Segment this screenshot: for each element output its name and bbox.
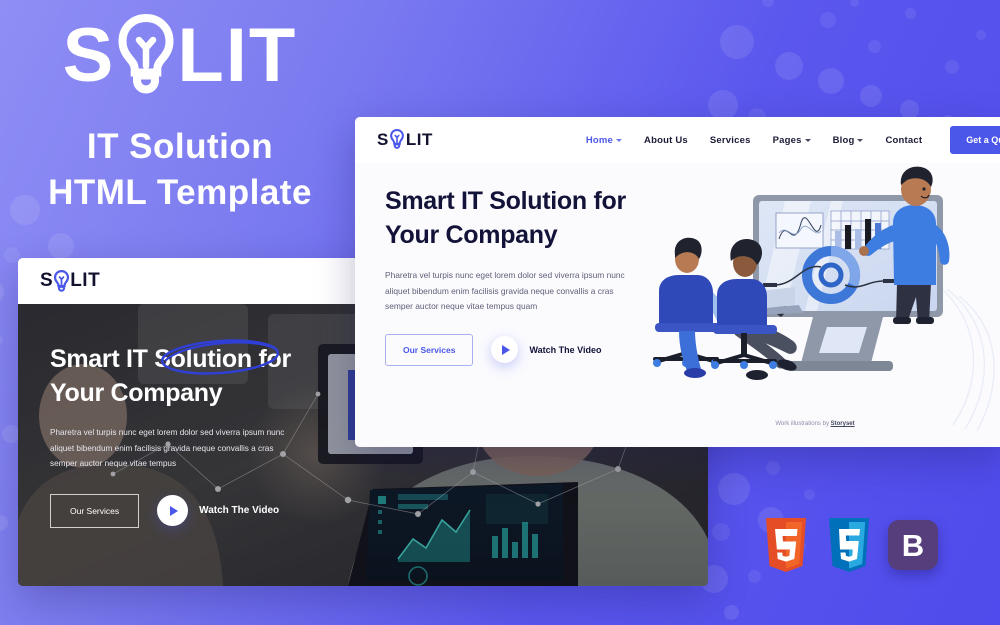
bootstrap-badge: B bbox=[888, 520, 938, 570]
css3-badge bbox=[825, 516, 873, 574]
main-nav-item-blog[interactable]: Blog bbox=[833, 135, 864, 146]
back-watch-video[interactable]: Watch The Video bbox=[157, 495, 280, 527]
back-logo-right-text: LIT bbox=[70, 270, 101, 291]
highlight-circle-icon bbox=[160, 339, 280, 375]
presentation-illustration bbox=[653, 166, 995, 432]
main-hero-actions: Our Services Watch The Video bbox=[385, 333, 630, 366]
main-brand-logo[interactable]: S LIT bbox=[377, 128, 433, 152]
main-logo-right-text: LIT bbox=[405, 130, 433, 149]
main-nav-item-home[interactable]: Home bbox=[585, 134, 623, 146]
main-logo-left-text: S bbox=[377, 130, 389, 149]
main-hero-paragraph: Pharetra vel turpis nunc eget lorem dolo… bbox=[385, 270, 625, 312]
main-hero-copy: Smart IT Solution for Your Company Phare… bbox=[355, 163, 630, 447]
main-nav-label-blog: Blog bbox=[832, 134, 855, 146]
main-hero: Smart IT Solution for Your Company Phare… bbox=[355, 163, 1000, 447]
promo-title: IT Solution HTML Template bbox=[0, 124, 360, 216]
watch-video[interactable]: Watch The Video bbox=[491, 336, 602, 364]
play-icon[interactable] bbox=[491, 336, 519, 364]
promo-title-line1: IT Solution bbox=[86, 127, 274, 166]
bootstrap-badge-label: B bbox=[901, 527, 925, 563]
back-brand-logo[interactable]: S LIT bbox=[40, 269, 101, 293]
back-hero-paragraph: Pharetra vel turpis nunc eget lorem dolo… bbox=[50, 428, 285, 469]
back-hero-heading-line2: Your Company bbox=[50, 379, 223, 407]
main-hero-illustration-area: Work illustrations by Storyset bbox=[630, 163, 1000, 447]
back-watch-video-label: Watch The Video bbox=[199, 505, 280, 517]
brand-logo-left-text: S bbox=[62, 13, 116, 98]
main-nav-item-about-us[interactable]: About Us bbox=[644, 135, 688, 146]
lightbulb-icon bbox=[115, 13, 177, 98]
credit-brand: Storyset bbox=[830, 421, 855, 427]
main-navbar: S LIT Home About Us Services Pages Blog … bbox=[355, 117, 1000, 163]
html5-badge bbox=[762, 516, 810, 574]
play-triangle-icon bbox=[501, 344, 510, 355]
chevron-down-icon bbox=[616, 138, 623, 142]
primary-preview-window[interactable]: S LIT Home About Us Services Pages Blog … bbox=[355, 117, 1000, 447]
back-hero-heading: Smart IT Solution for Your Company bbox=[50, 339, 350, 410]
tech-badges: B bbox=[762, 516, 938, 574]
promo-title-line2: HTML Template bbox=[48, 173, 312, 213]
main-nav-label-pages: Pages bbox=[772, 134, 802, 146]
promo-block: S LIT IT Solution HTML Template bbox=[0, 10, 360, 216]
main-hero-heading-line2: Your Company bbox=[385, 220, 558, 249]
main-nav-item-contact[interactable]: Contact bbox=[885, 135, 922, 146]
main-nav-item-services[interactable]: Services bbox=[710, 135, 751, 146]
illustration-credit: Work illustrations by Storyset bbox=[775, 421, 854, 427]
lightbulb-icon bbox=[53, 269, 70, 293]
main-nav-links: Home About Us Services Pages Blog Contac… bbox=[586, 135, 922, 146]
brand-logo-large: S LIT bbox=[0, 10, 360, 102]
main-nav-label-home: Home bbox=[585, 134, 614, 146]
play-icon[interactable] bbox=[157, 495, 189, 527]
watch-video-label: Watch The Video bbox=[529, 344, 602, 355]
main-nav-item-pages[interactable]: Pages bbox=[773, 135, 811, 146]
back-hero-actions: Our Services Watch The Video bbox=[50, 493, 350, 528]
credit-prefix: Work illustrations by bbox=[775, 421, 829, 427]
back-hero-copy: Smart IT Solution for Your Company Phare… bbox=[50, 339, 350, 528]
get-a-quote-button[interactable]: Get a Quote bbox=[950, 126, 1000, 154]
main-hero-heading: Smart IT Solution for Your Company bbox=[385, 185, 630, 252]
brand-logo-right-text: LIT bbox=[177, 13, 298, 98]
play-triangle-icon bbox=[169, 505, 178, 516]
our-services-button[interactable]: Our Services bbox=[385, 333, 474, 366]
back-our-services-button[interactable]: Our Services bbox=[50, 493, 140, 528]
chevron-down-icon bbox=[857, 138, 864, 142]
lightbulb-icon bbox=[389, 128, 406, 152]
chevron-down-icon bbox=[804, 138, 811, 142]
back-logo-left-text: S bbox=[40, 270, 54, 291]
main-hero-heading-line1: Smart IT Solution for bbox=[385, 187, 626, 215]
